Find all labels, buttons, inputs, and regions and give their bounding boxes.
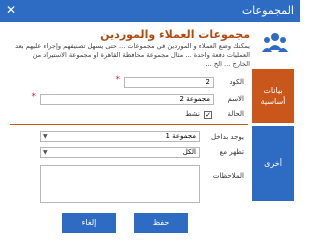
status-label: الحالة — [227, 110, 244, 118]
required-marker: * — [31, 92, 37, 102]
tab-other[interactable]: أخرى — [252, 126, 294, 201]
users-group-icon — [262, 33, 288, 52]
show-with-select-value: الكل — [182, 148, 196, 156]
active-checkbox[interactable]: ✓ — [204, 111, 212, 119]
parent-select-value: مجموعة 1 — [165, 132, 196, 140]
chevron-down-icon[interactable]: ▼ — [43, 148, 48, 157]
parent-select[interactable]: مجموعة 1 ▼ — [40, 131, 200, 142]
notes-textarea[interactable] — [40, 165, 200, 203]
show-with-select[interactable]: الكل ▼ — [40, 147, 200, 158]
code-field[interactable]: 2 — [124, 77, 214, 88]
code-label: الكود — [229, 78, 244, 86]
close-icon[interactable]: ✕ — [6, 3, 16, 17]
header-description: يمكنك وضع العملاء و الموردين في مجموعات … — [15, 42, 250, 68]
notes-label: الملاحظات — [212, 172, 244, 180]
window-title: المجموعات — [241, 4, 294, 17]
save-button[interactable]: حفظ — [134, 213, 188, 233]
required-marker: * — [115, 75, 121, 85]
active-label: نشط — [185, 110, 200, 118]
window-titlebar: ✕ المجموعات — [0, 0, 300, 22]
section-divider — [10, 124, 248, 125]
parent-label: يوجد بداخل — [211, 133, 244, 141]
tab-basic-data[interactable]: بيانات أساسية — [252, 69, 294, 123]
name-label: الاسم — [227, 95, 244, 103]
chevron-down-icon[interactable]: ▼ — [43, 132, 48, 141]
name-field[interactable]: مجموعة 2 — [40, 94, 214, 105]
header-title: مجموعات العملاء والموردين — [100, 28, 250, 41]
show-with-label: تظهر مع — [219, 148, 244, 156]
cancel-button[interactable]: إلغاء — [62, 213, 116, 233]
